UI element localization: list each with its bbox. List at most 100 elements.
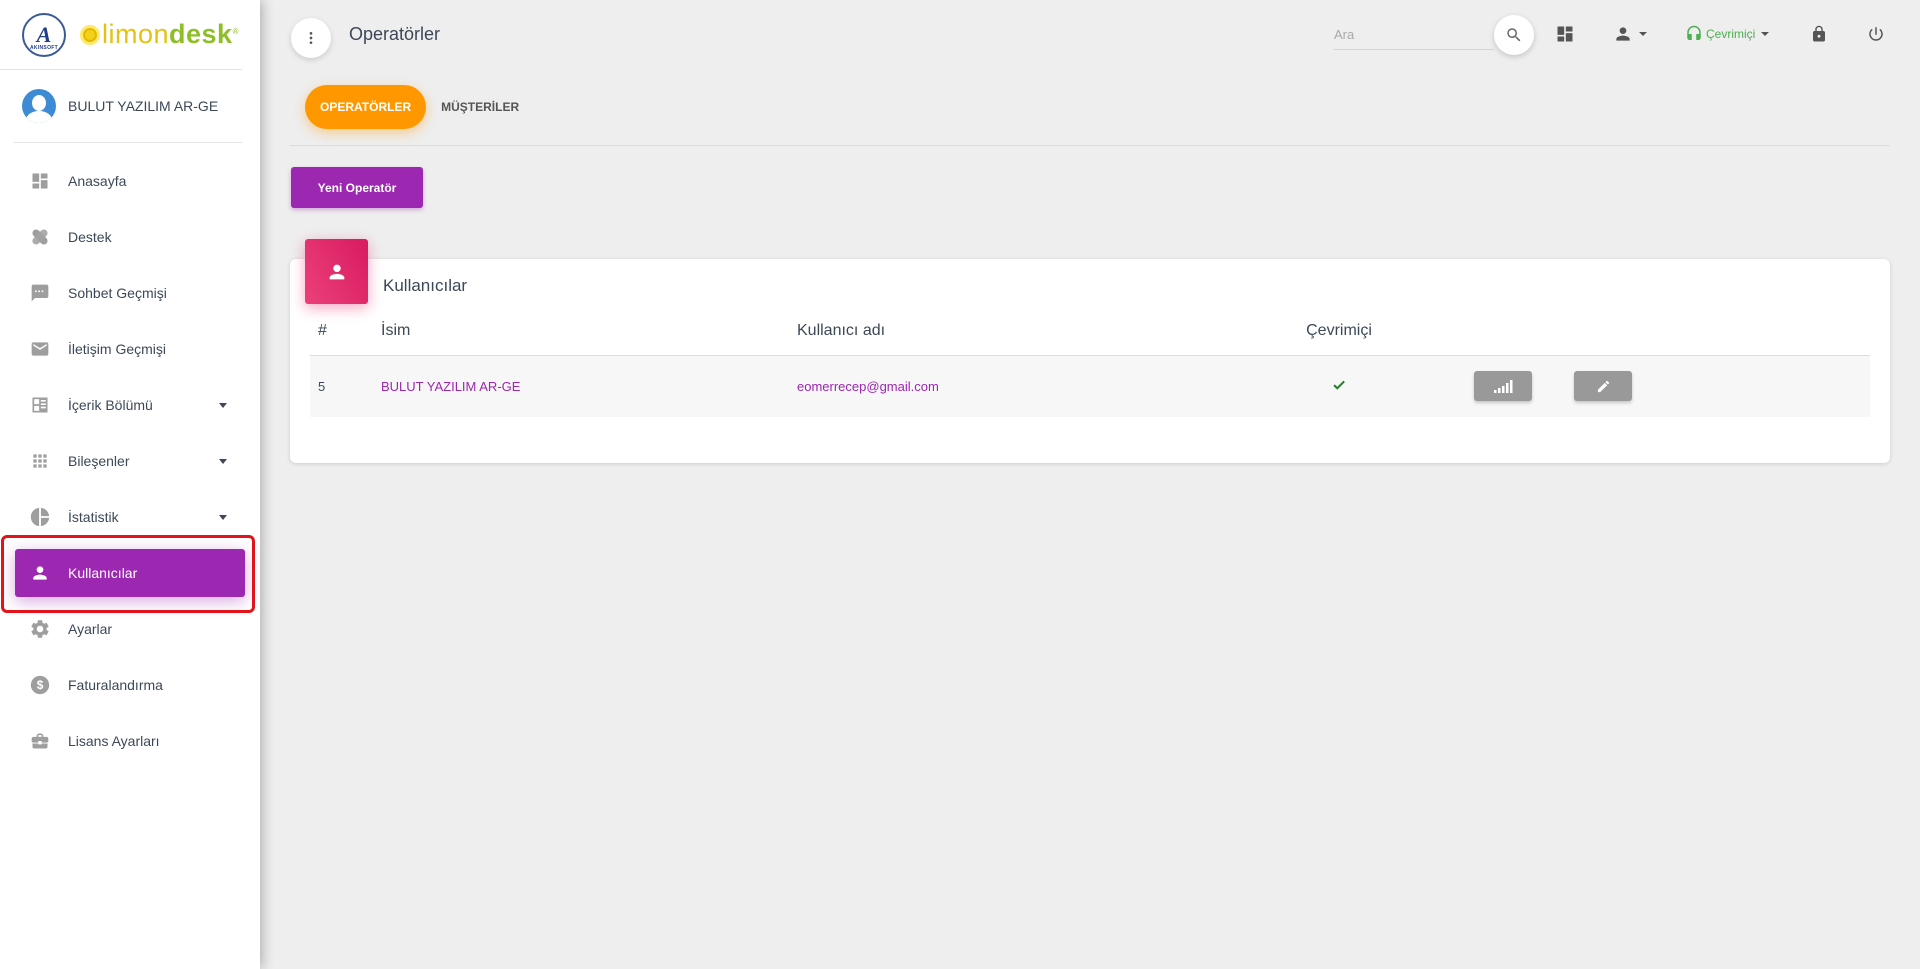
tab-musteriler[interactable]: MÜŞTERİLER <box>426 85 534 129</box>
search-field <box>1334 20 1494 50</box>
sidebar-item-kullanicilar[interactable]: Kullanıcılar <box>15 549 245 597</box>
power-icon <box>1869 27 1883 41</box>
more-vert-button[interactable] <box>291 18 331 58</box>
chat-icon <box>28 281 52 305</box>
edit-button[interactable] <box>1574 371 1632 402</box>
row-id: 5 <box>310 355 373 417</box>
sidebar-item-label: İstatistik <box>68 509 119 525</box>
new-operator-button[interactable]: Yeni Operatör <box>291 167 423 208</box>
mail-icon <box>28 337 52 361</box>
sidebar: A AKINSOFT limon desk ® BULUT YAZILIM AR… <box>0 0 260 969</box>
lock-button[interactable] <box>1810 22 1828 46</box>
sidebar-item-iletisim-gecmisi[interactable]: İletişim Geçmişi <box>15 325 245 373</box>
signal-stats-button[interactable] <box>1474 371 1532 402</box>
brand-part1: limon <box>102 19 170 49</box>
search-input[interactable] <box>1334 20 1494 49</box>
chevron-down-icon <box>1639 32 1647 36</box>
sidebar-item-lisans-ayarlari[interactable]: Lisans Ayarları <box>15 717 245 765</box>
row-online-status <box>1305 355 1373 417</box>
brand-reg: ® <box>232 27 239 36</box>
card-title: Kullanıcılar <box>383 276 468 295</box>
tab-bar: OPERATÖRLER MÜŞTERİLER <box>305 85 534 129</box>
chevron-down-icon <box>219 459 227 464</box>
table-header-row: # İsim Kullanıcı adı Çevrimiçi <box>310 307 1870 356</box>
tab-operatorler[interactable]: OPERATÖRLER <box>305 85 427 129</box>
row-name[interactable]: BULUT YAZILIM AR-GE <box>373 355 789 417</box>
column-header: Kullanıcı adı <box>789 307 1305 356</box>
user-profile[interactable]: BULUT YAZILIM AR-GE <box>14 70 242 143</box>
sidebar-item-label: Faturalandırma <box>68 677 163 693</box>
briefcase-icon <box>28 729 52 753</box>
sidebar-item-destek[interactable]: Destek <box>15 213 245 261</box>
row-action-cell <box>1574 355 1870 417</box>
sidebar-item-bilesenler[interactable]: Bileşenler <box>15 437 245 485</box>
person-icon <box>329 264 344 279</box>
pencil-icon <box>1597 380 1609 392</box>
sidebar-item-ayarlar[interactable]: Ayarlar <box>15 605 245 653</box>
top-navbar: Operatörler Çevrimiçi <box>260 0 1920 70</box>
signal-bars-icon <box>1494 380 1513 394</box>
bandage-icon <box>28 225 52 249</box>
row-action-cell <box>1373 355 1574 417</box>
column-header: # <box>310 307 373 356</box>
check-icon <box>1333 380 1345 390</box>
sidebar-item-label: Sohbet Geçmişi <box>68 285 167 301</box>
sidebar-item-label: İçerik Bölümü <box>68 397 153 413</box>
sidebar-item-label: Bileşenler <box>68 453 130 469</box>
search-button[interactable] <box>1494 15 1534 55</box>
gear-icon <box>28 617 52 641</box>
limondesk-brand[interactable]: limon desk ® <box>80 19 239 50</box>
sidebar-item-istatistik[interactable]: İstatistik <box>15 493 245 541</box>
sidebar-item-label: İletişim Geçmişi <box>68 341 167 357</box>
column-header <box>1574 307 1870 356</box>
akinsoft-logo[interactable]: A AKINSOFT <box>22 12 66 57</box>
divider <box>290 145 1890 146</box>
sidebar-item-icerik-bolumu[interactable]: İçerik Bölümü <box>15 381 245 429</box>
column-header <box>1373 307 1574 356</box>
more-vert-icon <box>309 32 313 44</box>
svg-text:$: $ <box>37 678 44 692</box>
pie-chart-icon <box>28 505 52 529</box>
chevron-down-icon <box>219 403 227 408</box>
table-row: 5 BULUT YAZILIM AR-GE eomerrecep@gmail.c… <box>310 355 1870 417</box>
dashboard-icon <box>1557 26 1573 42</box>
card-header-icon <box>305 239 368 304</box>
profile-menu-button[interactable] <box>1613 22 1647 46</box>
chevron-down-icon <box>219 515 227 520</box>
sidebar-item-anasayfa[interactable]: Anasayfa <box>15 157 245 205</box>
chevron-down-icon <box>1761 32 1770 36</box>
dashboard-icon <box>28 169 52 193</box>
sidebar-item-label: Lisans Ayarları <box>68 733 160 749</box>
headset-icon <box>1687 25 1701 40</box>
dollar-icon: $ <box>28 673 52 697</box>
content-list-icon <box>28 393 52 417</box>
column-header: İsim <box>373 307 789 356</box>
power-button[interactable] <box>1867 22 1885 46</box>
row-username[interactable]: eomerrecep@gmail.com <box>789 355 1305 417</box>
logo-text: AKINSOFT <box>30 44 58 51</box>
column-header: Çevrimiçi <box>1305 307 1373 356</box>
users-card: Kullanıcılar # İsim Kullanıcı adı Çevrim… <box>290 239 1890 463</box>
dashboard-button[interactable] <box>1555 22 1575 46</box>
user-name: BULUT YAZILIM AR-GE <box>68 98 219 114</box>
apps-grid-icon <box>28 449 52 473</box>
status-label: Çevrimiçi <box>1706 27 1756 41</box>
search-icon <box>1507 28 1521 42</box>
sidebar-item-label: Destek <box>68 229 112 245</box>
sidebar-item-faturalandirma[interactable]: $ Faturalandırma <box>15 661 245 709</box>
logo-row: A AKINSOFT limon desk ® <box>0 0 242 70</box>
lock-icon <box>1813 25 1825 42</box>
person-icon <box>28 561 52 585</box>
sidebar-item-label: Ayarlar <box>68 621 113 637</box>
lemon-icon <box>80 24 100 45</box>
sidebar-item-sohbet-gecmisi[interactable]: Sohbet Geçmişi <box>15 269 245 317</box>
sidebar-menu: Anasayfa Destek Sohbet Geçmişi İletişim … <box>0 143 260 765</box>
avatar <box>22 89 56 123</box>
status-dropdown[interactable]: Çevrimiçi <box>1685 22 1770 46</box>
sidebar-item-label: Anasayfa <box>68 173 127 189</box>
brand-part2: desk <box>169 19 233 49</box>
person-icon <box>1616 27 1630 41</box>
page-title: Operatörler <box>349 24 441 44</box>
sidebar-item-label: Kullanıcılar <box>68 565 138 581</box>
users-table: # İsim Kullanıcı adı Çevrimiçi 5 BULUT Y… <box>310 307 1870 417</box>
